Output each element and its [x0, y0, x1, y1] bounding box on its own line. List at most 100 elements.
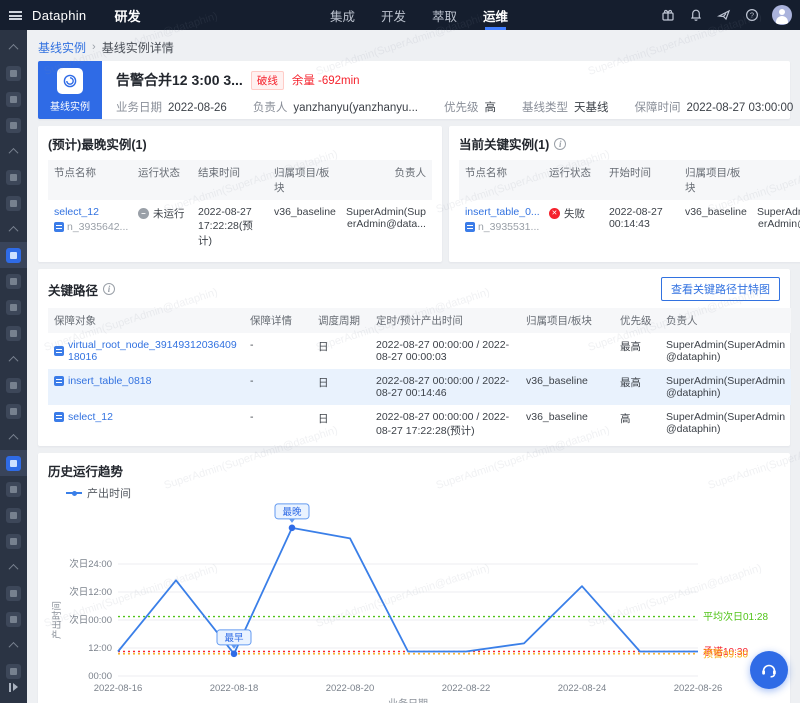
baseline-header-card: 基线实例 告警合并12 3:00 3... 破线 余量 -692min 查看基线…: [38, 61, 790, 119]
status-text: 失败: [564, 206, 585, 221]
meta-label-owner: 负责人: [253, 102, 288, 114]
not-run-status-icon: [138, 208, 149, 219]
view-gantt-button[interactable]: 查看关键路径甘特图: [661, 277, 780, 301]
chart-legend[interactable]: 产出时间: [66, 485, 780, 501]
node-link[interactable]: insert_table_0...: [465, 206, 537, 218]
baseline-type-badge: 基线实例: [38, 61, 102, 119]
chevron-up-icon: [9, 147, 19, 157]
svg-text:2022-08-20: 2022-08-20: [326, 683, 375, 694]
sidebar-item-20[interactable]: [0, 528, 27, 554]
current-critical-instance-panel: 当前关键实例(1) i 节点名称 运行状态 开始时间 归属项目/板块 负责人 i…: [449, 126, 800, 262]
time-value: 2022-08-27 00:00:00 / 2022-08-27 00:00:0…: [370, 333, 520, 369]
module-icon: [6, 378, 21, 393]
node-link[interactable]: select_12: [54, 206, 126, 218]
gift-icon[interactable]: [660, 8, 675, 23]
sidebar-item-19[interactable]: [0, 502, 27, 528]
col-output-time: 定时/预计产出时间: [370, 308, 520, 333]
node-type-icon: [54, 412, 64, 422]
top-navigation-bar: Dataphin 研发 集成 开发 萃取 运维 ?: [0, 0, 800, 30]
sidebar-group-chevron-icon[interactable]: [0, 424, 27, 450]
svg-text:2022-08-16: 2022-08-16: [94, 683, 143, 694]
legend-label: 产出时间: [87, 485, 131, 501]
sidebar-item-3[interactable]: [0, 86, 27, 112]
page-title: 告警合并12 3:00 3...: [116, 70, 243, 90]
svg-text:产出时间: 产出时间: [51, 601, 63, 639]
help-icon[interactable]: ?: [744, 8, 759, 23]
detail-value: -: [244, 369, 312, 405]
node-link[interactable]: insert_table_0818: [68, 375, 151, 387]
end-time-value: 2022-08-27 17:22:28(预计): [192, 200, 268, 254]
sidebar-item-6[interactable]: [0, 164, 27, 190]
priority-value: 高: [614, 405, 660, 444]
failed-status-icon: [549, 208, 560, 219]
latest-instance-panel: (预计)最晚实例(1) 节点名称 运行状态 结束时间 归属项目/板块 负责人 s…: [38, 126, 442, 262]
sidebar-item-18[interactable]: [0, 476, 27, 502]
node-type-icon: [465, 222, 475, 232]
breadcrumb: 基线实例 › 基线实例详情: [38, 37, 790, 57]
sidebar-item-2[interactable]: [0, 60, 27, 86]
trend-line-chart[interactable]: 00:0012:00次日00:00次日12:00次日24:00产出时间2022-…: [48, 501, 781, 703]
sidebar-item-14[interactable]: [0, 372, 27, 398]
sidebar-item-10[interactable]: [0, 268, 27, 294]
detail-value: -: [244, 333, 312, 369]
trend-title: 历史运行趋势: [48, 461, 780, 480]
module-icon: [6, 118, 21, 133]
sidebar-group-chevron-icon[interactable]: [0, 554, 27, 580]
sidebar-group-chevron-icon[interactable]: [0, 216, 27, 242]
baseline-icon: [57, 68, 83, 94]
info-icon[interactable]: i: [554, 138, 566, 150]
node-link[interactable]: select_12: [68, 411, 113, 423]
module-icon: [6, 248, 21, 263]
sidebar-item-4[interactable]: [0, 112, 27, 138]
sidebar-item-7[interactable]: [0, 190, 27, 216]
col-node-name: 节点名称: [48, 160, 132, 200]
col-owner: 负责人: [751, 160, 800, 200]
customer-service-button[interactable]: [750, 651, 788, 689]
menu-item-develop[interactable]: 开发: [381, 0, 406, 30]
sidebar-group-chevron-icon[interactable]: [0, 346, 27, 372]
sidebar-item-23[interactable]: [0, 606, 27, 632]
hamburger-menu-icon[interactable]: [9, 11, 22, 20]
sidebar-item-12[interactable]: [0, 320, 27, 346]
svg-text:00:00: 00:00: [88, 671, 112, 682]
sidebar-item-17[interactable]: [0, 450, 27, 476]
project-value: v36_baseline: [679, 200, 751, 239]
menu-item-operations[interactable]: 运维: [483, 0, 508, 30]
brand-logo[interactable]: Dataphin: [32, 8, 86, 23]
cycle-value: 日: [312, 405, 370, 444]
info-icon[interactable]: i: [103, 283, 115, 295]
sidebar-group-chevron-icon[interactable]: [0, 632, 27, 658]
module-icon: [6, 92, 21, 107]
col-project: 归属项目/板块: [268, 160, 340, 200]
sidebar-item-22[interactable]: [0, 580, 27, 606]
col-end-time: 结束时间: [192, 160, 268, 200]
bell-icon[interactable]: [688, 8, 703, 23]
priority-value: 最高: [614, 369, 660, 405]
breadcrumb-baseline-instances[interactable]: 基线实例: [38, 39, 86, 56]
module-icon: [6, 326, 21, 341]
module-icon: [6, 586, 21, 601]
menu-item-extract[interactable]: 萃取: [432, 0, 457, 30]
left-sidebar: [0, 30, 27, 703]
sidebar-expand-toggle[interactable]: [0, 677, 27, 697]
sidebar-group-chevron-icon[interactable]: [0, 34, 27, 60]
chevron-up-icon: [9, 43, 19, 53]
table-row: insert_table_0818: [48, 369, 244, 405]
svg-text:次日24:00: 次日24:00: [69, 558, 112, 570]
project-value: v36_baseline: [520, 405, 614, 444]
message-icon[interactable]: [716, 8, 731, 23]
sidebar-group-chevron-icon[interactable]: [0, 138, 27, 164]
module-icon: [6, 456, 21, 471]
breadcrumb-current: 基线实例详情: [102, 39, 174, 56]
sidebar-item-9[interactable]: [0, 242, 27, 268]
menu-item-integration[interactable]: 集成: [330, 0, 355, 30]
owner-value: SuperAdmin(SuperAdmin @dataphin): [660, 405, 791, 444]
meta-value-baseline-type: 天基线: [574, 102, 609, 114]
owner-value: SuperAdmin(SuperAdmin @dataphin): [660, 369, 791, 405]
user-avatar[interactable]: [772, 5, 792, 25]
node-link[interactable]: virtual_root_node_3914931203640918016: [68, 339, 238, 363]
sidebar-item-15[interactable]: [0, 398, 27, 424]
baseline-badge-label: 基线实例: [50, 98, 90, 113]
sidebar-item-11[interactable]: [0, 294, 27, 320]
product-name[interactable]: 研发: [114, 6, 140, 25]
